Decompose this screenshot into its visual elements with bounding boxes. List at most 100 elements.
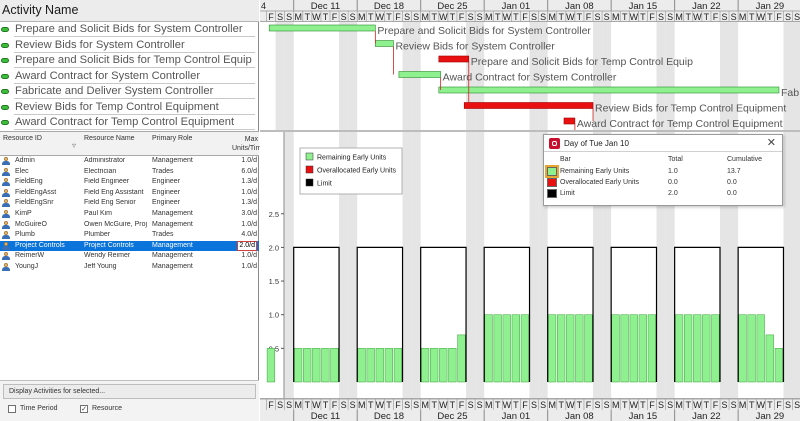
usage-bar[interactable] (693, 314, 702, 383)
usage-bar[interactable] (620, 314, 629, 383)
day-label: T (450, 400, 456, 410)
day-label: S (350, 12, 356, 22)
usage-bar[interactable] (266, 348, 276, 383)
usage-bar[interactable] (330, 348, 339, 383)
resource-row[interactable]: FieldEngAsst Field Eng Assistant Engineer 1… (0, 188, 259, 199)
usage-bar[interactable] (430, 348, 439, 383)
popup-title-bar[interactable]: Day of Tue Jan 10 ✕ (544, 135, 782, 152)
resource-id-column-header[interactable]: Resource ID (3, 135, 42, 142)
week-label: Jan 29 (756, 411, 785, 421)
usage-bar[interactable] (375, 348, 384, 383)
activity-row[interactable]: Review Bids for System Controller (0, 38, 259, 54)
usage-bar[interactable] (421, 348, 430, 383)
resource-row[interactable]: FieldEngSnr Field Eng Senior Engineer 1.3/d (0, 198, 259, 209)
resource-name-column-header[interactable]: Resource Name (84, 135, 135, 142)
usage-bar[interactable] (566, 314, 575, 383)
usage-bar[interactable] (457, 334, 466, 383)
usage-bar[interactable] (675, 314, 684, 383)
day-label: F (459, 12, 465, 22)
usage-bar[interactable] (393, 348, 403, 383)
resource-row[interactable]: ReimerW Wendy Reimer Management 1.0/d (0, 251, 259, 262)
usage-bar[interactable] (303, 348, 312, 383)
day-detail-popup[interactable]: Day of Tue Jan 10 ✕ Bar Total Cumulative… (543, 134, 783, 206)
day-label: T (577, 12, 583, 22)
resource-row[interactable]: KimP Paul Kim Management 3.0/d (0, 209, 259, 220)
usage-bar[interactable] (312, 348, 321, 383)
usage-bar[interactable] (384, 348, 393, 383)
usage-bar[interactable] (520, 314, 529, 383)
gantt-bar[interactable] (398, 71, 441, 78)
usage-bar[interactable] (448, 348, 457, 383)
day-label: S (731, 12, 737, 22)
activity-row[interactable]: Award Contract for System Controller (0, 69, 259, 85)
day-label: T (640, 12, 646, 22)
usage-bar[interactable] (575, 314, 584, 383)
day-label: S (468, 400, 474, 410)
resource-row[interactable]: FieldEng Field Engineer Engineer 1.3/d (0, 177, 259, 188)
resource-row[interactable]: McGuireO Owen McGuire, Proj Management 1.0/… (0, 220, 259, 231)
day-label: M (675, 12, 683, 22)
gantt-bar[interactable] (563, 117, 576, 125)
usage-bar[interactable] (747, 314, 756, 383)
resource-id: FieldEngSnr (15, 199, 54, 207)
usage-bar[interactable] (711, 314, 720, 383)
activity-row[interactable]: Prepare and Solicit Bids for System Cont… (0, 22, 259, 38)
usage-bar[interactable] (366, 348, 375, 383)
usage-bar[interactable] (647, 314, 656, 383)
gantt-chart[interactable]: Prepare and Solicit Bids for System Cont… (260, 22, 800, 140)
resource-row[interactable]: YoungJ Jeff Young Management 1.0/d (0, 262, 259, 273)
day-label: T (767, 12, 773, 22)
gantt-bar[interactable] (438, 86, 780, 94)
usage-bar[interactable] (557, 314, 566, 383)
usage-bar[interactable] (548, 314, 557, 383)
activity-row[interactable]: Fabricate and Deliver System Controller (0, 84, 259, 100)
usage-bar[interactable] (439, 348, 448, 383)
activity-row[interactable]: Prepare and Solicit Bids for Temp Contro… (0, 53, 259, 69)
usage-bar[interactable] (756, 314, 765, 383)
usage-bar[interactable] (321, 348, 330, 383)
resource-row[interactable]: Elec Electrician Trades 6.0/d (0, 167, 259, 178)
usage-bar[interactable] (638, 314, 647, 383)
usage-bar[interactable] (502, 314, 511, 383)
time-period-checkbox-box[interactable] (8, 405, 16, 413)
resource-row[interactable]: Plumb Plumber Trades 4.0/d (0, 230, 259, 241)
primary-role-column-header[interactable]: Primary Role (152, 135, 192, 142)
usage-bar[interactable] (774, 348, 783, 383)
usage-bar[interactable] (493, 314, 502, 383)
y-tick-label: 2.0 (269, 243, 279, 252)
gantt-bar[interactable] (438, 55, 470, 63)
day-label: F (459, 400, 465, 410)
usage-bar[interactable] (611, 314, 620, 383)
activity-row[interactable]: Review Bids for Temp Control Equipment (0, 100, 259, 116)
timescale-header[interactable]: 4 Dec 11 Dec 18 Dec 25 Jan 01 Jan 08 Jan 15 Jan… (260, 0, 800, 22)
usage-bar[interactable] (738, 314, 747, 383)
timescale-footer[interactable]: Dec 11 Dec 18 Dec 25 Jan 01 Jan 08 Jan 15 Jan … (260, 398, 800, 421)
weekend-shade (402, 132, 412, 398)
sort-arrow-icon[interactable]: ▿ (72, 141, 76, 150)
resource-checkbox-box[interactable]: ✓ (80, 405, 88, 413)
resource-row[interactable]: Admin Administrator Management 1.0/d (0, 156, 259, 167)
usage-bar[interactable] (294, 348, 303, 383)
activity-name-column-header[interactable]: Activity Name (0, 0, 259, 22)
usage-bar[interactable] (357, 348, 366, 383)
max-units-column-header[interactable]: Max Units/Time (232, 135, 265, 153)
usage-bar[interactable] (684, 314, 693, 383)
gantt-bar[interactable] (268, 24, 376, 32)
week-label: Dec 25 (437, 1, 467, 12)
day-label: M (675, 400, 683, 410)
usage-bar[interactable] (702, 314, 711, 383)
usage-bar[interactable] (629, 314, 638, 383)
gantt-bar-label: Review Bids for System Controller (395, 41, 555, 53)
usage-bar[interactable] (511, 314, 520, 383)
usage-bar[interactable] (584, 314, 593, 383)
resource-id: Plumb (15, 231, 35, 239)
close-icon[interactable]: ✕ (767, 136, 776, 149)
activity-row[interactable]: Award Contract for Temp Control Equipmen… (0, 115, 259, 131)
resource-row[interactable]: Project Controls Project Controls Manageme… (0, 240, 259, 252)
day-label: W (503, 12, 512, 22)
popup-row: Overallocated Early Units 0.0 0.0 (544, 178, 782, 188)
gantt-bar[interactable] (463, 102, 594, 109)
usage-bar[interactable] (765, 334, 774, 383)
gantt-bar[interactable] (375, 40, 394, 47)
usage-bar[interactable] (484, 314, 493, 383)
